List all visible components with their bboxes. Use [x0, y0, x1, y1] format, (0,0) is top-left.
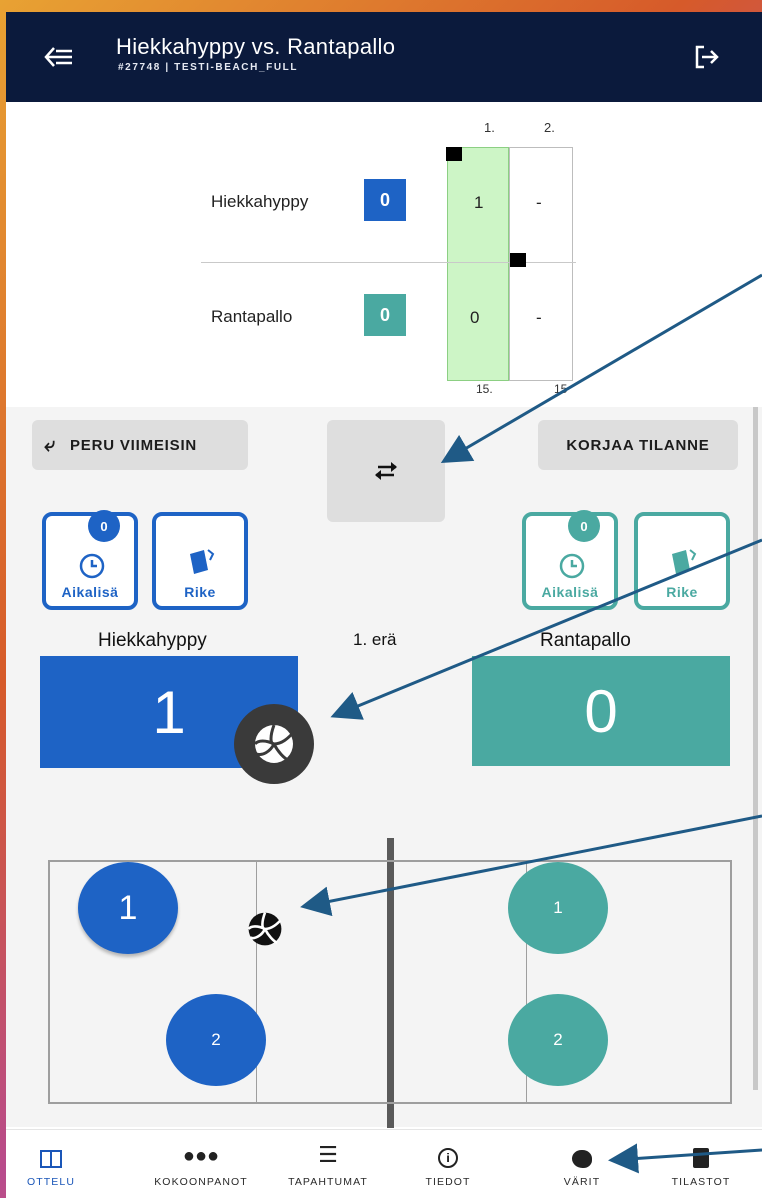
swap-sides-button[interactable] — [327, 420, 445, 522]
player-number: 1 — [553, 898, 563, 917]
home-penalty-label: Rike — [184, 584, 216, 600]
set-header-1: 1. — [484, 120, 495, 135]
volleyball-icon — [253, 724, 294, 763]
away-penalty-label: Rike — [666, 584, 698, 600]
nav-label: OTTELU — [26, 1176, 76, 1188]
nav-kokoonpanot[interactable]: ●●● KOKOONPANOT — [136, 1130, 266, 1198]
home-player-1[interactable]: 1 — [78, 862, 178, 954]
nav-tilastot[interactable]: TILASTOT — [656, 1130, 746, 1198]
team-icon: ●●● — [182, 1145, 220, 1167]
nav-label: KOKOONPANOT — [154, 1176, 248, 1188]
away-penalty-button[interactable]: Rike — [634, 512, 730, 610]
away-timeout-label: Aikalisä — [541, 584, 599, 600]
player-number: 2 — [553, 1030, 563, 1049]
nav-label: TAPAHTUMAT — [288, 1176, 368, 1188]
away-set-2-score: - — [536, 308, 542, 327]
away-timeout-count: 0 — [568, 510, 600, 542]
player-number: 1 — [118, 888, 138, 927]
app-frame: Hiekkahyppy vs. Rantapallo #27748 | TEST… — [6, 12, 762, 1198]
info-icon: i — [438, 1148, 458, 1168]
court-ball-icon — [247, 912, 282, 946]
stats-doc-icon — [693, 1148, 709, 1168]
nav-label: TILASTOT — [671, 1176, 731, 1188]
home-timeout-button[interactable]: 0 Aikalisä — [42, 510, 138, 610]
nav-varit[interactable]: VÄRIT — [542, 1130, 622, 1198]
clock-icon — [79, 553, 105, 579]
home-penalty-button[interactable]: Rike — [152, 512, 248, 610]
undo-button[interactable]: ⤶ PERU VIIMEISIN — [32, 420, 248, 470]
home-player-2[interactable]: 2 — [166, 994, 266, 1086]
away-team-label: Rantapallo — [540, 630, 631, 651]
home-timeout-label: Aikalisä — [61, 584, 119, 600]
undo-label: PERU VIIMEISIN — [70, 436, 198, 454]
penalty-card-icon — [672, 549, 697, 574]
nav-label: VÄRIT — [563, 1176, 601, 1188]
serve-marker-away — [510, 253, 526, 267]
nav-label: TIEDOT — [425, 1176, 471, 1188]
home-timeout-count: 0 — [88, 510, 120, 542]
fix-score-label: KORJAA TILANNE — [566, 436, 710, 454]
event-list-icon: ☰ — [318, 1142, 338, 1167]
current-set-label: 1. erä — [353, 630, 397, 649]
away-score-button[interactable]: 0 — [472, 656, 730, 766]
nav-ottelu[interactable]: OTTELU — [6, 1130, 96, 1198]
palette-icon — [572, 1150, 592, 1168]
clock-icon — [559, 553, 585, 579]
away-timeout-button[interactable]: 0 Aikalisä — [522, 510, 618, 610]
undo-icon: ⤶ — [44, 433, 56, 456]
home-team-label: Hiekkahyppy — [98, 630, 207, 651]
penalty-card-icon — [190, 549, 215, 574]
away-player-1[interactable]: 1 — [508, 862, 608, 954]
serving-ball-indicator — [234, 704, 314, 784]
home-sets-won: 0 — [364, 179, 406, 221]
away-set-1-score: 0 — [470, 308, 480, 327]
away-player-2[interactable]: 2 — [508, 994, 608, 1086]
player-number: 2 — [211, 1030, 221, 1049]
nav-tiedot[interactable]: i TIEDOT — [408, 1130, 488, 1198]
fix-score-button[interactable]: KORJAA TILANNE — [538, 420, 738, 470]
scoreboard-icon — [40, 1150, 62, 1168]
home-set-2-score: - — [536, 193, 542, 212]
home-set-1-score: 1 — [474, 193, 484, 212]
serve-marker-home — [446, 147, 462, 161]
scrollbar[interactable] — [753, 407, 758, 1090]
set-1-target: 15. — [476, 382, 493, 396]
nav-tapahtumat[interactable]: ☰ TAPAHTUMAT — [268, 1130, 388, 1198]
swap-arrows-icon — [375, 462, 397, 480]
bottom-navigation: OTTELU ●●● KOKOONPANOT ☰ TAPAHTUMAT i TI… — [6, 1129, 762, 1198]
home-team-name: Hiekkahyppy — [211, 192, 309, 211]
away-team-name: Rantapallo — [211, 307, 293, 326]
set-1-column — [447, 147, 509, 381]
set-header-2: 2. — [544, 120, 555, 135]
set-score-table: 1. 2. Hiekkahyppy 0 1 - Rantapallo 0 0 -… — [6, 12, 762, 407]
set-2-target: 15 — [554, 382, 568, 396]
away-sets-won: 0 — [364, 294, 406, 336]
